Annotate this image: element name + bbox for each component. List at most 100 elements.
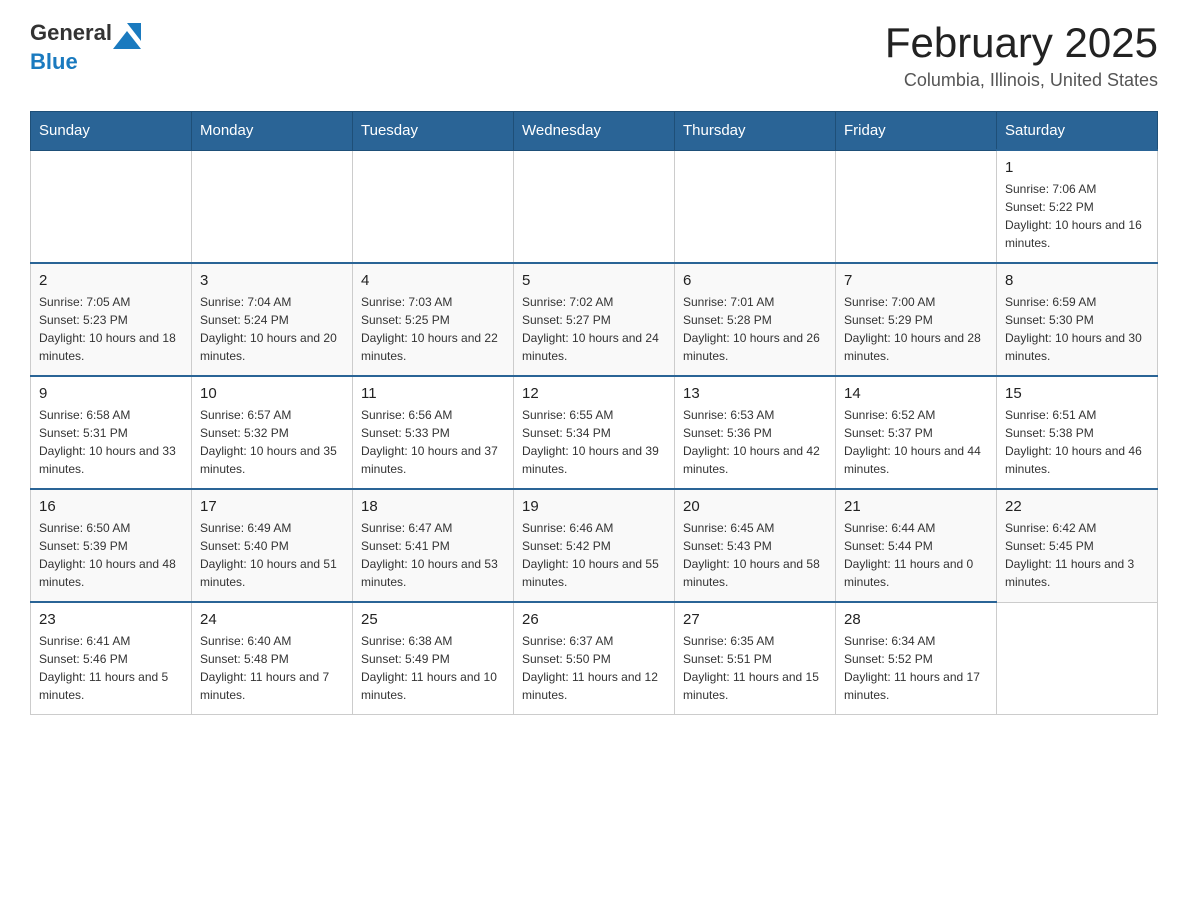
calendar-week-2: 2 Sunrise: 7:05 AMSunset: 5:23 PMDaylight… <box>31 263 1158 376</box>
calendar-cell: 24 Sunrise: 6:40 AMSunset: 5:48 PMDayligh… <box>192 602 353 715</box>
logo-text: General Blue <box>30 20 142 75</box>
calendar-cell: 20 Sunrise: 6:45 AMSunset: 5:43 PMDayligh… <box>675 489 836 602</box>
calendar-week-4: 16 Sunrise: 6:50 AMSunset: 5:39 PMDayligh… <box>31 489 1158 602</box>
calendar-cell: 25Sunrise: 6:38 AMSunset: 5:49 PMDayligh… <box>353 602 514 715</box>
day-number: 11 <box>361 385 505 402</box>
calendar-cell: 13Sunrise: 6:53 AMSunset: 5:36 PMDayligh… <box>675 376 836 489</box>
calendar-cell: 22 Sunrise: 6:42 AMSunset: 5:45 PMDayligh… <box>997 489 1158 602</box>
calendar-cell: 11 Sunrise: 6:56 AMSunset: 5:33 PMDayligh… <box>353 376 514 489</box>
weekday-sunday: Sunday <box>31 112 192 151</box>
title-section: February 2025 Columbia, Illinois, United… <box>885 20 1158 91</box>
day-info: Sunrise: 6:57 AMSunset: 5:32 PMDaylight:… <box>200 406 344 478</box>
day-number: 19 <box>522 498 666 515</box>
logo-general: General <box>30 20 112 45</box>
day-number: 10 <box>200 385 344 402</box>
day-info: Sunrise: 7:05 AMSunset: 5:23 PMDaylight:… <box>39 293 183 365</box>
calendar-week-1: 1Sunrise: 7:06 AMSunset: 5:22 PMDaylight… <box>31 150 1158 263</box>
day-number: 3 <box>200 272 344 289</box>
calendar-cell: 8Sunrise: 6:59 AMSunset: 5:30 PMDaylight… <box>997 263 1158 376</box>
calendar-cell: 4Sunrise: 7:03 AMSunset: 5:25 PMDaylight… <box>353 263 514 376</box>
day-info: Sunrise: 6:37 AMSunset: 5:50 PMDaylight:… <box>522 632 666 704</box>
calendar-cell: 17 Sunrise: 6:49 AMSunset: 5:40 PMDayligh… <box>192 489 353 602</box>
calendar-cell: 27Sunrise: 6:35 AMSunset: 5:51 PMDayligh… <box>675 602 836 715</box>
day-number: 13 <box>683 385 827 402</box>
calendar-cell <box>192 150 353 263</box>
calendar-week-3: 9Sunrise: 6:58 AMSunset: 5:31 PMDaylight… <box>31 376 1158 489</box>
day-number: 2 <box>39 272 183 289</box>
day-info: Sunrise: 6:46 AMSunset: 5:42 PMDaylight:… <box>522 519 666 591</box>
day-info: Sunrise: 6:42 AMSunset: 5:45 PMDaylight:… <box>1005 519 1149 591</box>
day-number: 1 <box>1005 159 1149 176</box>
calendar-cell: 16 Sunrise: 6:50 AMSunset: 5:39 PMDayligh… <box>31 489 192 602</box>
page-header: General Blue February 2025 Columbia, Ill… <box>30 20 1158 91</box>
weekday-row: Sunday Monday Tuesday Wednesday Thursday… <box>31 112 1158 151</box>
calendar-cell: 26Sunrise: 6:37 AMSunset: 5:50 PMDayligh… <box>514 602 675 715</box>
day-number: 8 <box>1005 272 1149 289</box>
day-number: 4 <box>361 272 505 289</box>
day-info: Sunrise: 6:52 AMSunset: 5:37 PMDaylight:… <box>844 406 988 478</box>
month-title: February 2025 <box>885 20 1158 66</box>
weekday-thursday: Thursday <box>675 112 836 151</box>
calendar-table: Sunday Monday Tuesday Wednesday Thursday… <box>30 111 1158 715</box>
calendar-cell: 7 Sunrise: 7:00 AMSunset: 5:29 PMDaylight… <box>836 263 997 376</box>
calendar-cell: 3 Sunrise: 7:04 AMSunset: 5:24 PMDaylight… <box>192 263 353 376</box>
calendar-cell: 10 Sunrise: 6:57 AMSunset: 5:32 PMDayligh… <box>192 376 353 489</box>
calendar-cell <box>675 150 836 263</box>
calendar-week-5: 23 Sunrise: 6:41 AMSunset: 5:46 PMDayligh… <box>31 602 1158 715</box>
day-info: Sunrise: 7:02 AMSunset: 5:27 PMDaylight:… <box>522 293 666 365</box>
day-info: Sunrise: 7:01 AMSunset: 5:28 PMDaylight:… <box>683 293 827 365</box>
day-number: 14 <box>844 385 988 402</box>
logo-blue: Blue <box>30 49 78 74</box>
calendar-cell: 12 Sunrise: 6:55 AMSunset: 5:34 PMDayligh… <box>514 376 675 489</box>
calendar-cell: 2 Sunrise: 7:05 AMSunset: 5:23 PMDaylight… <box>31 263 192 376</box>
day-number: 7 <box>844 272 988 289</box>
day-info: Sunrise: 6:40 AMSunset: 5:48 PMDaylight:… <box>200 632 344 704</box>
day-info: Sunrise: 6:34 AMSunset: 5:52 PMDaylight:… <box>844 632 988 704</box>
day-number: 24 <box>200 611 344 628</box>
calendar-cell: 5 Sunrise: 7:02 AMSunset: 5:27 PMDaylight… <box>514 263 675 376</box>
calendar-cell: 1Sunrise: 7:06 AMSunset: 5:22 PMDaylight… <box>997 150 1158 263</box>
calendar-cell: 19 Sunrise: 6:46 AMSunset: 5:42 PMDayligh… <box>514 489 675 602</box>
calendar-cell: 28 Sunrise: 6:34 AMSunset: 5:52 PMDayligh… <box>836 602 997 715</box>
day-number: 27 <box>683 611 827 628</box>
day-number: 23 <box>39 611 183 628</box>
day-info: Sunrise: 6:45 AMSunset: 5:43 PMDaylight:… <box>683 519 827 591</box>
logo-icon <box>113 23 141 49</box>
logo: General Blue <box>30 20 142 75</box>
day-info: Sunrise: 7:04 AMSunset: 5:24 PMDaylight:… <box>200 293 344 365</box>
weekday-wednesday: Wednesday <box>514 112 675 151</box>
day-number: 28 <box>844 611 988 628</box>
calendar-cell <box>836 150 997 263</box>
day-info: Sunrise: 6:50 AMSunset: 5:39 PMDaylight:… <box>39 519 183 591</box>
day-number: 21 <box>844 498 988 515</box>
day-number: 22 <box>1005 498 1149 515</box>
calendar-cell: 6 Sunrise: 7:01 AMSunset: 5:28 PMDaylight… <box>675 263 836 376</box>
location-subtitle: Columbia, Illinois, United States <box>885 70 1158 91</box>
day-info: Sunrise: 6:49 AMSunset: 5:40 PMDaylight:… <box>200 519 344 591</box>
day-info: Sunrise: 7:00 AMSunset: 5:29 PMDaylight:… <box>844 293 988 365</box>
day-info: Sunrise: 6:51 AMSunset: 5:38 PMDaylight:… <box>1005 406 1149 478</box>
day-number: 16 <box>39 498 183 515</box>
weekday-tuesday: Tuesday <box>353 112 514 151</box>
day-info: Sunrise: 6:47 AMSunset: 5:41 PMDaylight:… <box>361 519 505 591</box>
day-number: 5 <box>522 272 666 289</box>
calendar-cell <box>353 150 514 263</box>
day-number: 6 <box>683 272 827 289</box>
day-info: Sunrise: 6:41 AMSunset: 5:46 PMDaylight:… <box>39 632 183 704</box>
weekday-friday: Friday <box>836 112 997 151</box>
calendar-cell: 14 Sunrise: 6:52 AMSunset: 5:37 PMDayligh… <box>836 376 997 489</box>
calendar-cell: 21Sunrise: 6:44 AMSunset: 5:44 PMDayligh… <box>836 489 997 602</box>
day-info: Sunrise: 6:55 AMSunset: 5:34 PMDaylight:… <box>522 406 666 478</box>
day-number: 25 <box>361 611 505 628</box>
day-number: 17 <box>200 498 344 515</box>
calendar-cell: 18 Sunrise: 6:47 AMSunset: 5:41 PMDayligh… <box>353 489 514 602</box>
day-number: 20 <box>683 498 827 515</box>
day-info: Sunrise: 6:56 AMSunset: 5:33 PMDaylight:… <box>361 406 505 478</box>
calendar-cell: 15 Sunrise: 6:51 AMSunset: 5:38 PMDayligh… <box>997 376 1158 489</box>
calendar-cell: 9Sunrise: 6:58 AMSunset: 5:31 PMDaylight… <box>31 376 192 489</box>
day-number: 18 <box>361 498 505 515</box>
day-number: 9 <box>39 385 183 402</box>
day-number: 12 <box>522 385 666 402</box>
day-number: 15 <box>1005 385 1149 402</box>
weekday-monday: Monday <box>192 112 353 151</box>
